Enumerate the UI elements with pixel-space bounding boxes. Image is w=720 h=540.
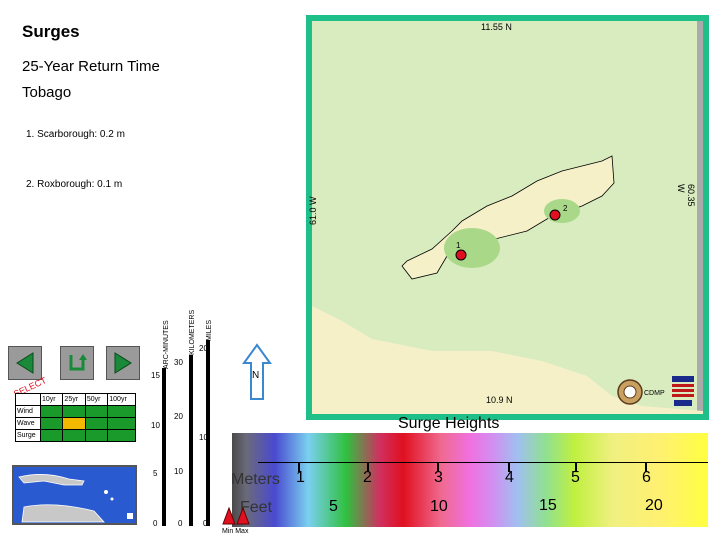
cell-surge-50yr[interactable] bbox=[84, 429, 109, 442]
miles-label: MILES bbox=[206, 319, 213, 341]
cell-surge-100yr[interactable] bbox=[107, 429, 136, 442]
mi-tick-10: 10 bbox=[199, 433, 208, 442]
mi-tick-0: 0 bbox=[203, 519, 208, 528]
lon-left-label: 61.0 W bbox=[308, 196, 318, 225]
kilometers-scale bbox=[189, 355, 193, 526]
left-arrow-icon bbox=[16, 352, 34, 374]
return-time-label: 25-Year Return Time bbox=[22, 58, 160, 75]
north-label: N bbox=[252, 370, 260, 381]
cell-wave-100yr[interactable] bbox=[107, 417, 136, 430]
cell-wave-50yr[interactable] bbox=[84, 417, 109, 430]
cell-wind-50yr[interactable] bbox=[84, 405, 109, 418]
selector-grid: 10yr 25yr 50yr 100yr Wind Wave Surge bbox=[15, 393, 136, 442]
meter-mark-1 bbox=[298, 462, 300, 472]
cell-wind-100yr[interactable] bbox=[107, 405, 136, 418]
tobago-island bbox=[401, 155, 615, 280]
feet-tick-20: 20 bbox=[645, 497, 663, 514]
page-title: Surges bbox=[22, 22, 80, 41]
min-max-pointers[interactable] bbox=[222, 506, 252, 530]
lat-bottom-label: 10.9 N bbox=[486, 395, 513, 405]
km-tick-10: 10 bbox=[174, 467, 183, 476]
legend-title: Surge Heights bbox=[398, 415, 500, 432]
hill-area-1 bbox=[444, 228, 500, 268]
overview-locator-icon bbox=[127, 513, 133, 519]
col-25yr[interactable]: 25yr bbox=[62, 393, 86, 406]
meters-axis-line bbox=[258, 462, 708, 463]
feet-tick-5: 5 bbox=[329, 498, 338, 515]
meter-mark-5 bbox=[575, 462, 577, 472]
km-tick-20: 20 bbox=[174, 412, 183, 421]
row-wind-label: Wind bbox=[15, 405, 41, 418]
marker-1-label: 1 bbox=[456, 241, 461, 250]
arc-tick-0: 0 bbox=[153, 519, 158, 528]
back-button[interactable] bbox=[8, 346, 42, 380]
row-surge-label: Surge bbox=[15, 429, 41, 442]
col-100yr[interactable]: 100yr bbox=[107, 393, 136, 406]
col-50yr[interactable]: 50yr bbox=[84, 393, 109, 406]
cell-surge-10yr[interactable] bbox=[39, 429, 64, 442]
map-edge bbox=[697, 21, 703, 414]
right-arrow-icon bbox=[114, 352, 132, 374]
cell-wind-25yr[interactable] bbox=[62, 405, 86, 418]
marker-2-label: 2 bbox=[563, 204, 568, 213]
return-button[interactable] bbox=[60, 346, 94, 380]
min-max-label: Min Max bbox=[222, 528, 249, 535]
forward-button[interactable] bbox=[106, 346, 140, 380]
row-surge: Surge bbox=[15, 429, 136, 442]
selector-corner bbox=[15, 393, 41, 406]
meter-mark-4 bbox=[508, 462, 510, 472]
overview-map[interactable] bbox=[12, 465, 137, 525]
location-2-label: 2. Roxborough: 0.1 m bbox=[26, 179, 123, 190]
north-arrow: N bbox=[242, 343, 272, 406]
meter-mark-2 bbox=[367, 462, 369, 472]
row-wind: Wind bbox=[15, 405, 136, 418]
km-tick-0: 0 bbox=[178, 519, 183, 528]
credit-label: CDMP bbox=[644, 390, 665, 397]
overview-map-graphic bbox=[18, 474, 133, 523]
island-map[interactable]: 1 2 bbox=[306, 15, 709, 420]
meter-mark-3 bbox=[437, 462, 439, 472]
cell-wave-25yr[interactable] bbox=[62, 417, 86, 430]
arc-minutes-label: ARC-MINUTES bbox=[163, 320, 170, 369]
meters-label: Meters bbox=[231, 471, 280, 488]
location-1-label: 1. Scarborough: 0.2 m bbox=[26, 129, 125, 140]
hill-area-2 bbox=[544, 199, 580, 223]
min-max-triangles-icon bbox=[222, 506, 250, 525]
row-wave-label: Wave bbox=[15, 417, 41, 430]
cell-wind-10yr[interactable] bbox=[39, 405, 64, 418]
arc-tick-5: 5 bbox=[153, 469, 158, 478]
selector-header-row: 10yr 25yr 50yr 100yr bbox=[15, 393, 136, 406]
lat-top-label: 11.55 N bbox=[481, 22, 512, 32]
return-arrow-icon bbox=[69, 354, 87, 371]
lon-right-label: 60.35 W bbox=[676, 184, 696, 207]
feet-tick-15: 15 bbox=[539, 497, 557, 514]
row-wave: Wave bbox=[15, 417, 136, 430]
usaid-flag-icon bbox=[672, 376, 694, 408]
kilometers-label: KILOMETERS bbox=[189, 309, 196, 355]
meter-mark-6 bbox=[645, 462, 647, 472]
arc-minutes-scale bbox=[162, 368, 166, 526]
feet-tick-10: 10 bbox=[430, 498, 448, 515]
region-label: Tobago bbox=[22, 84, 72, 101]
cell-wave-10yr[interactable] bbox=[39, 417, 64, 430]
mi-tick-20: 20 bbox=[199, 344, 208, 353]
arc-tick-10: 10 bbox=[151, 421, 160, 430]
col-10yr[interactable]: 10yr bbox=[39, 393, 64, 406]
arc-tick-15: 15 bbox=[151, 371, 160, 380]
km-tick-30: 30 bbox=[174, 358, 183, 367]
map-graphic: 1 2 bbox=[312, 21, 703, 414]
cell-surge-25yr[interactable] bbox=[62, 429, 86, 442]
